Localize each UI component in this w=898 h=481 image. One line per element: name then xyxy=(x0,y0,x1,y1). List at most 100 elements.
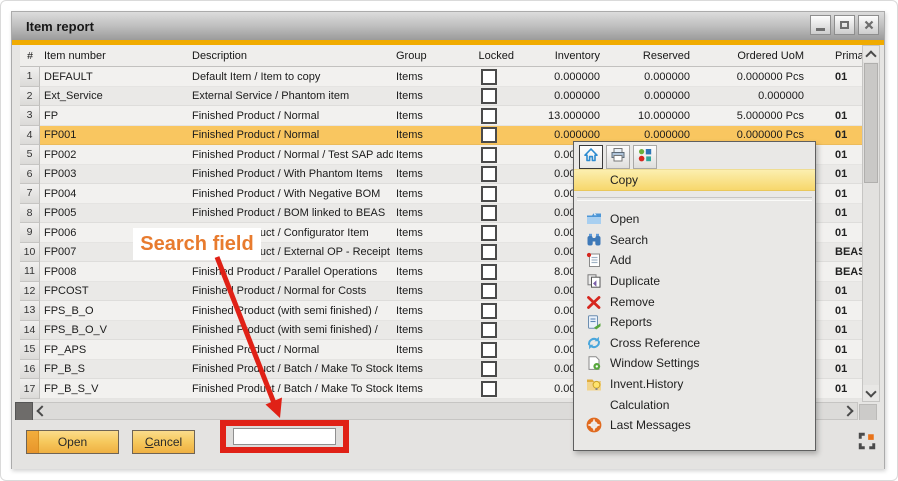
annotation-label-text: Search field xyxy=(140,233,253,256)
locked-checkbox[interactable] xyxy=(481,166,497,182)
description-cell: Finished Product / Normal for Costs xyxy=(192,282,393,302)
window-settings-icon xyxy=(585,355,602,371)
maximize-button[interactable] xyxy=(834,15,855,35)
column-header-reserved[interactable]: Reserved xyxy=(604,45,692,66)
column-header-index[interactable]: # xyxy=(20,45,40,66)
group-cell: Items xyxy=(396,87,462,107)
group-cell: Items xyxy=(396,321,462,341)
vertical-scrollbar-thumb[interactable] xyxy=(864,63,878,183)
menu-item-cross-reference[interactable]: Cross Reference xyxy=(574,333,815,354)
column-header-ordered-uom[interactable]: Ordered UoM xyxy=(694,45,806,66)
table-row[interactable]: 1DEFAULTDefault Item / Item to copyItems… xyxy=(20,67,864,87)
scroll-right-button[interactable] xyxy=(841,403,856,419)
column-header-locked[interactable]: Locked xyxy=(464,45,514,66)
expand-icon[interactable] xyxy=(858,432,876,450)
column-header-primary[interactable]: Primar xyxy=(832,45,864,66)
ordered-cell: 5.000000 Pcs xyxy=(694,106,806,126)
group-cell: Items xyxy=(396,145,462,165)
menu-item-duplicate[interactable]: Duplicate xyxy=(574,271,815,292)
locked-checkbox[interactable] xyxy=(481,342,497,358)
description-cell: Finished Product / BOM linked to BEAS xyxy=(192,204,393,224)
screenshot-frame: Item report # Item number Description Gr… xyxy=(0,0,898,481)
item-number-cell: FP_B_S xyxy=(42,360,190,380)
reserved-cell: 10.000000 xyxy=(604,106,692,126)
column-freeze-handle[interactable] xyxy=(15,402,33,422)
menu-item-window-settings[interactable]: Window Settings xyxy=(574,353,815,374)
menu-item-invent-history[interactable]: Invent.History xyxy=(574,374,815,395)
close-button[interactable] xyxy=(858,15,879,35)
locked-checkbox[interactable] xyxy=(481,127,497,143)
group-cell: Items xyxy=(396,340,462,360)
minimize-icon xyxy=(816,28,825,31)
menu-item-search[interactable]: Search xyxy=(574,230,815,251)
cancel-button[interactable]: Cancel xyxy=(132,430,195,454)
description-cell: Finished Product / Normal / Test SAP add… xyxy=(192,145,393,165)
group-cell: Items xyxy=(396,360,462,380)
menu-item-remove[interactable]: Remove xyxy=(574,291,815,312)
group-cell: Items xyxy=(396,165,462,185)
menu-item-add[interactable]: Add xyxy=(574,250,815,271)
inventory-cell: 0.000000 xyxy=(514,67,602,87)
close-icon xyxy=(864,20,874,30)
locked-checkbox[interactable] xyxy=(481,88,497,104)
menu-item-label: Cross Reference xyxy=(610,336,700,350)
menu-item-copy[interactable]: Copy xyxy=(574,169,815,191)
locked-checkbox[interactable] xyxy=(481,186,497,202)
scroll-left-button[interactable] xyxy=(33,403,48,419)
menu-item-calculation[interactable]: Calculation xyxy=(574,394,815,415)
related-windows-toolbar-button[interactable] xyxy=(633,145,657,169)
menu-item-label: Calculation xyxy=(610,398,669,412)
primary-cell: 01 xyxy=(832,204,864,224)
cancel-button-label: Cancel xyxy=(145,435,182,449)
locked-cell xyxy=(464,282,514,302)
locked-cell xyxy=(464,379,514,399)
maximize-icon xyxy=(840,21,849,29)
description-cell: Finished Product / With Negative BOM xyxy=(192,184,393,204)
reserved-cell: 0.000000 xyxy=(604,87,692,107)
table-row[interactable]: 2Ext_ServiceExternal Service / Phantom i… xyxy=(20,87,864,107)
binoculars-icon xyxy=(585,232,602,248)
column-header-item-number[interactable]: Item number xyxy=(42,45,190,66)
locked-checkbox[interactable] xyxy=(481,108,497,124)
group-cell: Items xyxy=(396,243,462,263)
locked-checkbox[interactable] xyxy=(481,381,497,397)
group-cell: Items xyxy=(396,184,462,204)
row-number-cell: 15 xyxy=(20,340,40,360)
locked-checkbox[interactable] xyxy=(481,69,497,85)
menu-item-reports[interactable]: Reports xyxy=(574,312,815,333)
scroll-down-button[interactable] xyxy=(863,385,879,401)
menu-item-open[interactable]: Open xyxy=(574,209,815,230)
description-cell: Finished Product / Parallel Operations xyxy=(192,262,393,282)
locked-checkbox[interactable] xyxy=(481,264,497,280)
description-cell: Finished Product / Normal xyxy=(192,106,393,126)
inventory-cell: 13.000000 xyxy=(514,106,602,126)
menu-item-label: Window Settings xyxy=(610,356,699,370)
minimize-button[interactable] xyxy=(810,15,831,35)
locked-checkbox[interactable] xyxy=(481,244,497,260)
primary-cell: BEAS_ xyxy=(832,262,864,282)
locked-checkbox[interactable] xyxy=(481,303,497,319)
vertical-scrollbar xyxy=(862,45,880,402)
locked-checkbox[interactable] xyxy=(481,322,497,338)
scroll-up-button[interactable] xyxy=(863,46,879,62)
column-header-group[interactable]: Group xyxy=(396,45,462,66)
chevron-left-icon xyxy=(36,405,47,416)
print-toolbar-button[interactable] xyxy=(606,145,630,169)
table-row[interactable]: 3FPFinished Product / NormalItems13.0000… xyxy=(20,106,864,126)
window-titlebar[interactable]: Item report xyxy=(12,12,884,40)
home-toolbar-button[interactable] xyxy=(579,145,603,169)
locked-checkbox[interactable] xyxy=(481,283,497,299)
column-header-description[interactable]: Description xyxy=(192,45,393,66)
locked-checkbox[interactable] xyxy=(481,147,497,163)
locked-checkbox[interactable] xyxy=(481,205,497,221)
reports-icon xyxy=(585,314,602,330)
search-input[interactable] xyxy=(233,428,336,445)
menu-item-label: Search xyxy=(610,233,648,247)
primary-cell: 01 xyxy=(832,321,864,341)
open-button[interactable]: Open xyxy=(26,430,119,454)
column-header-inventory[interactable]: Inventory xyxy=(514,45,602,66)
locked-checkbox[interactable] xyxy=(481,225,497,241)
menu-item-last-messages[interactable]: Last Messages xyxy=(574,415,815,436)
item-number-cell: FP005 xyxy=(42,204,190,224)
locked-checkbox[interactable] xyxy=(481,361,497,377)
